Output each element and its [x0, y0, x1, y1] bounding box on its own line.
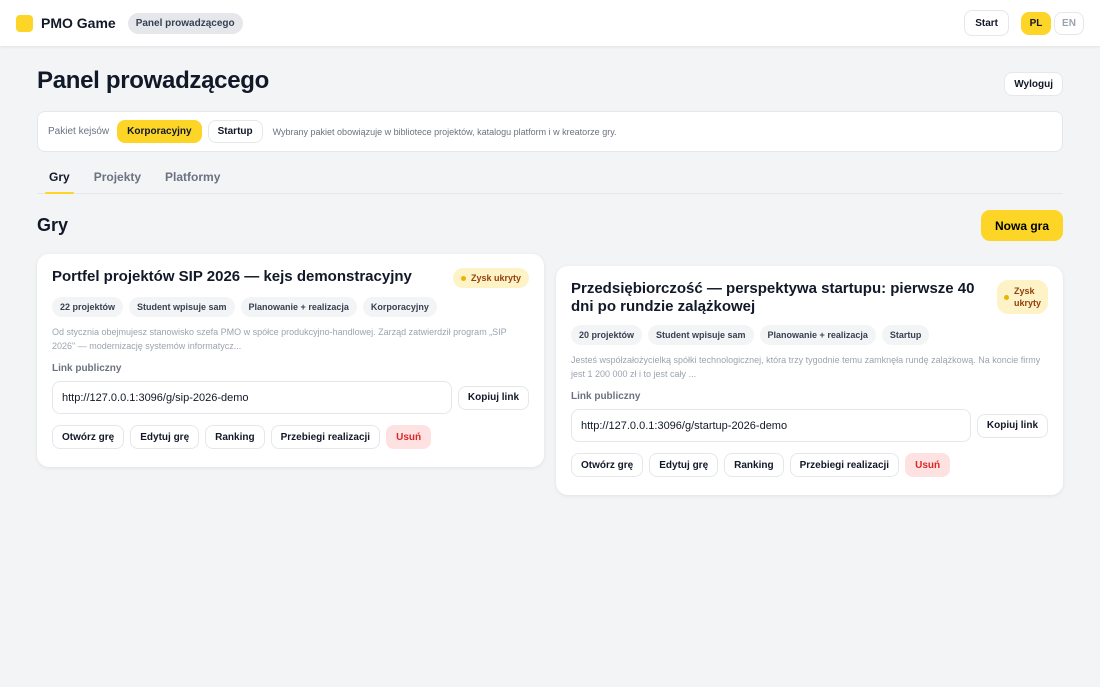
start-button[interactable]: Start [964, 10, 1009, 36]
card-actions: Otwórz grę Edytuj grę Ranking Przebiegi … [52, 425, 529, 449]
section-header: Gry Nowa gra [37, 210, 1063, 241]
pack-option-korporacyjny[interactable]: Korporacyjny [117, 120, 202, 143]
tag-pack: Korporacyjny [362, 297, 437, 317]
tabs: Gry Projekty Platformy [37, 166, 1063, 194]
status-badge-label: Zysk ukryty [470, 273, 521, 283]
pack-selector: Pakiet kejsów Korporacyjny Startup Wybra… [37, 111, 1063, 152]
link-label: Link publiczny [52, 363, 122, 374]
tag-phase: Planowanie + realizacja [759, 325, 876, 345]
runs-button[interactable]: Przebiegi realizacji [270, 425, 381, 449]
delete-button[interactable]: Usuń [905, 453, 951, 477]
tab-platformy[interactable]: Platformy [153, 166, 232, 193]
game-card: Przedsiębiorczość — perspektywa startupu… [556, 266, 1063, 495]
main-content: Panel prowadzącego Wyloguj Pakiet kejsów… [0, 66, 1100, 495]
pack-note: Wybrany pakiet obowiązuje w bibliotece p… [272, 126, 617, 137]
card-header: Przedsiębiorczość — perspektywa startupu… [571, 280, 1048, 316]
tag-list: 22 projektów Student wpisuje sam Planowa… [52, 297, 529, 317]
tag-input-mode: Student wpisuje sam [648, 325, 754, 345]
delete-button[interactable]: Usuń [386, 425, 432, 449]
lang-en-button[interactable]: EN [1054, 11, 1084, 35]
link-label: Link publiczny [571, 391, 641, 402]
status-badge: Zysk ukryty [996, 280, 1048, 314]
brand-name: PMO Game [41, 15, 116, 31]
status-badge-label: Zysk ukryty [1013, 286, 1041, 308]
tag-phase: Planowanie + realizacja [240, 297, 357, 317]
edit-game-button[interactable]: Edytuj grę [649, 453, 719, 477]
tag-project-count: 22 projektów [52, 297, 124, 317]
logout-button[interactable]: Wyloguj [1004, 72, 1063, 96]
ranking-button[interactable]: Ranking [724, 453, 784, 477]
pack-option-startup[interactable]: Startup [207, 120, 263, 143]
new-game-button[interactable]: Nowa gra [980, 210, 1063, 241]
lang-pl-button[interactable]: PL [1021, 11, 1051, 35]
public-link-field[interactable] [571, 409, 971, 442]
page-header: Panel prowadzącego Wyloguj [37, 66, 1063, 96]
language-switcher: PL EN [1021, 11, 1084, 35]
top-right-controls: Start PL EN [964, 10, 1084, 36]
tag-list: 20 projektów Student wpisuje sam Planowa… [571, 325, 1048, 345]
tag-input-mode: Student wpisuje sam [129, 297, 235, 317]
copy-link-button[interactable]: Kopiuj link [457, 385, 529, 410]
status-badge: Zysk ukryty [452, 268, 529, 288]
game-cards: Portfel projektów SIP 2026 — kejs demons… [37, 254, 1063, 495]
ranking-button[interactable]: Ranking [205, 425, 265, 449]
copy-link-button[interactable]: Kopiuj link [976, 413, 1048, 438]
section-title: Gry [37, 215, 69, 235]
top-bar: PMO Game Panel prowadzącego Start PL EN [0, 0, 1100, 46]
brand: PMO Game Panel prowadzącego [16, 12, 243, 34]
dot-icon [460, 275, 466, 281]
game-title: Portfel projektów SIP 2026 — kejs demons… [52, 268, 412, 285]
dot-icon [1003, 294, 1009, 300]
tag-pack: Startup [881, 325, 930, 345]
game-description: Jesteś współzałożycielką spółki technolo… [571, 355, 1041, 379]
page-title: Panel prowadzącego [37, 67, 269, 94]
edit-game-button[interactable]: Edytuj grę [130, 425, 200, 449]
game-title: Przedsiębiorczość — perspektywa startupu… [571, 280, 975, 315]
tab-gry[interactable]: Gry [37, 166, 82, 194]
tab-projekty[interactable]: Projekty [82, 166, 153, 193]
open-game-button[interactable]: Otwórz grę [571, 453, 644, 477]
open-game-button[interactable]: Otwórz grę [52, 425, 125, 449]
public-link-field[interactable] [52, 381, 452, 414]
card-header: Portfel projektów SIP 2026 — kejs demons… [52, 268, 529, 288]
link-row: Kopiuj link [571, 409, 1048, 442]
game-card: Portfel projektów SIP 2026 — kejs demons… [37, 254, 544, 467]
breadcrumb: Panel prowadzącego [127, 12, 243, 34]
tag-project-count: 20 projektów [571, 325, 643, 345]
pack-label: Pakiet kejsów [48, 126, 110, 137]
logo-icon [16, 14, 33, 32]
game-description: Od stycznia obejmujesz stanowisko szefa … [52, 327, 507, 351]
runs-button[interactable]: Przebiegi realizacji [789, 453, 900, 477]
link-row: Kopiuj link [52, 381, 529, 414]
card-actions: Otwórz grę Edytuj grę Ranking Przebiegi … [571, 453, 1048, 477]
